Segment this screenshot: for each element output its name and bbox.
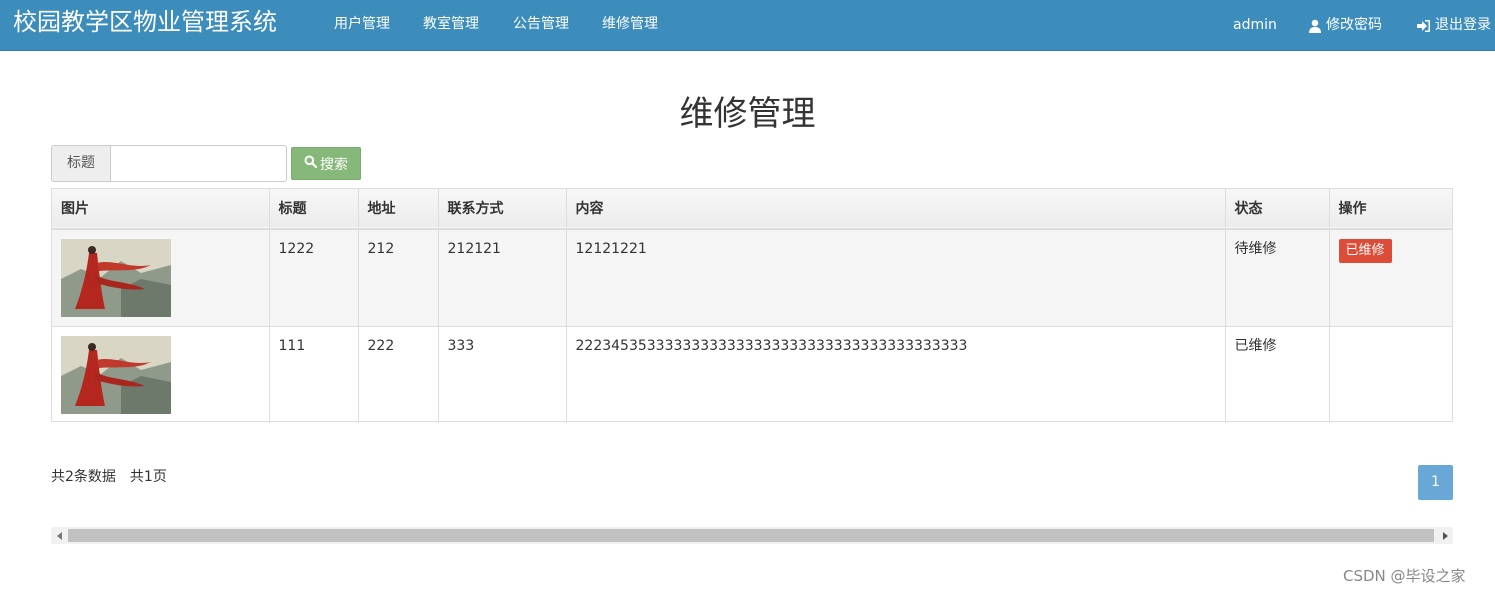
nav-classroom-management[interactable]: 教室管理 — [423, 0, 479, 51]
repair-thumbnail — [61, 335, 171, 414]
cell-address: 222 — [358, 326, 439, 423]
scrollbar-thumb[interactable] — [68, 529, 1434, 542]
page-button-current[interactable]: 1 — [1418, 465, 1453, 500]
search-button[interactable]: 搜索 — [291, 147, 361, 180]
header-action: 操作 — [1338, 201, 1367, 217]
cell-contact: 333 — [438, 326, 567, 423]
table-row: 111 222 333 2223453533333333333333333333… — [52, 326, 1452, 423]
scroll-right-icon[interactable] — [1436, 527, 1453, 544]
header-content: 内容 — [566, 189, 1226, 229]
change-password-label: 修改密码 — [1326, 17, 1382, 33]
search-title-input[interactable] — [110, 145, 287, 182]
current-user-name: admin — [1233, 17, 1277, 33]
search-button-label: 搜索 — [320, 156, 348, 173]
nav-user-management[interactable]: 用户管理 — [334, 0, 390, 51]
cell-status: 已维修 — [1225, 326, 1330, 423]
cell-action — [1329, 326, 1452, 423]
header-title: 标题 — [269, 189, 359, 229]
top-navbar: 校园教学区物业管理系统 用户管理 教室管理 公告管理 维修管理 admin 修改… — [0, 0, 1495, 51]
header-status: 状态 — [1225, 189, 1330, 229]
user-icon — [1308, 19, 1322, 33]
repair-thumbnail — [61, 239, 171, 317]
header-image: 图片 — [52, 189, 270, 229]
pager-total-count: 共2条数据 — [51, 469, 116, 485]
header-address: 地址 — [358, 189, 439, 229]
cell-image — [52, 229, 270, 326]
cell-title: 111 — [269, 326, 359, 423]
nav-announcement-management[interactable]: 公告管理 — [513, 0, 569, 51]
cell-title: 1222 — [269, 229, 359, 326]
cell-contact: 212121 — [438, 229, 567, 326]
mark-repaired-button[interactable]: 已维修 — [1338, 239, 1392, 263]
table-header-row: 图片 标题 地址 联系方式 内容 状态 操作 — [52, 189, 1452, 229]
cell-content: 12121221 — [566, 229, 1226, 326]
cell-image — [52, 326, 270, 423]
nav-repair-management[interactable]: 维修管理 — [602, 0, 658, 51]
cell-address: 212 — [358, 229, 439, 326]
scroll-left-icon[interactable] — [51, 527, 68, 544]
watermark: CSDN @毕设之家 — [1343, 567, 1466, 585]
pager-info: 共2条数据 共1页 — [51, 466, 167, 486]
change-password-link[interactable]: 修改密码 — [1308, 0, 1382, 51]
header-contact: 联系方式 — [438, 189, 567, 229]
cell-status: 待维修 — [1225, 229, 1330, 326]
search-icon — [304, 155, 318, 172]
search-label: 标题 — [51, 145, 110, 182]
logout-link[interactable]: 退出登录 — [1416, 0, 1491, 51]
logout-icon — [1416, 19, 1431, 33]
cell-action: 已维修 — [1329, 229, 1452, 326]
search-group: 标题 — [51, 145, 287, 182]
repair-table: 图片 标题 地址 联系方式 内容 状态 操作 1222 212 212121 1… — [52, 189, 1452, 423]
cell-content: 2223453533333333333333333333333333333333… — [566, 326, 1226, 423]
nav-current-user[interactable]: admin — [1233, 0, 1277, 51]
logout-label: 退出登录 — [1435, 17, 1491, 33]
app-brand[interactable]: 校园教学区物业管理系统 — [13, 7, 277, 37]
repair-table-container: 图片 标题 地址 联系方式 内容 状态 操作 1222 212 212121 1… — [51, 188, 1453, 423]
horizontal-scrollbar[interactable] — [51, 527, 1453, 544]
page-title: 维修管理 — [679, 94, 816, 134]
pager-page-count: 共1页 — [129, 469, 167, 485]
table-row: 1222 212 212121 12121221 待维修 已维修 — [52, 229, 1452, 326]
